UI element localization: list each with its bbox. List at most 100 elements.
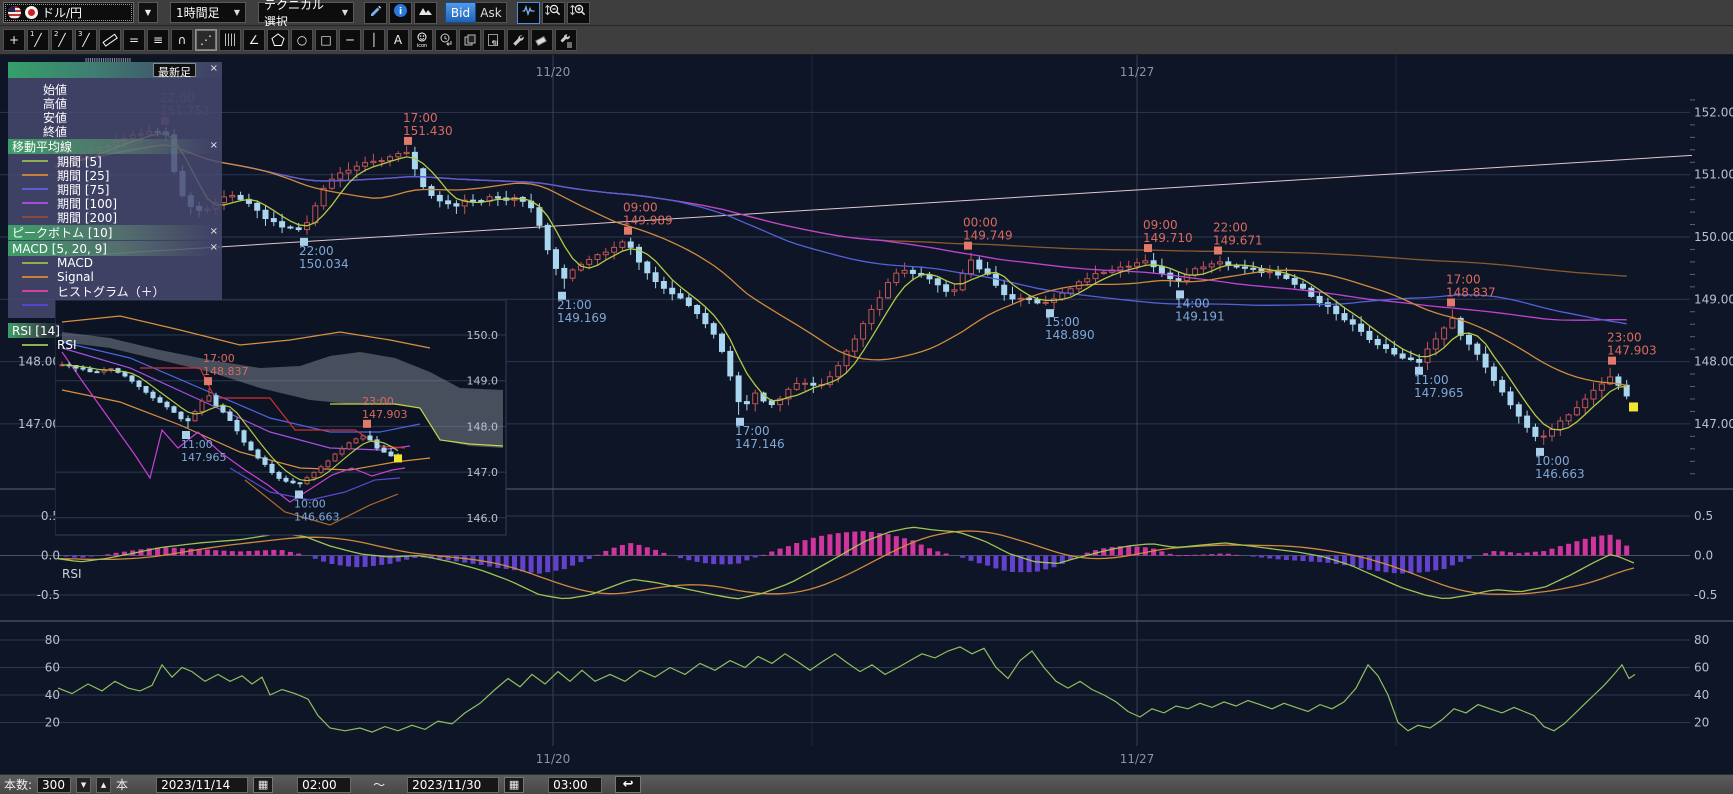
zoom-in-icon (570, 3, 587, 22)
close-icon[interactable]: × (210, 63, 218, 75)
svg-text:00:00: 00:00 (963, 216, 998, 230)
svg-text:149.00: 149.00 (1694, 292, 1733, 306)
from-date-input[interactable]: 2023/11/14 (156, 777, 248, 793)
currency-pair-label: ドル/円 (42, 4, 82, 21)
ask-button[interactable]: Ask (476, 2, 507, 23)
legend-header: 最新足 × (8, 62, 222, 78)
ellipse-tool[interactable]: ○ (291, 29, 313, 51)
gann-fan-tool[interactable]: ∠ (243, 29, 265, 51)
to-time-input[interactable]: 03:00 (548, 777, 602, 793)
svg-text:21:00: 21:00 (557, 298, 592, 312)
svg-text:147.00: 147.00 (1694, 417, 1733, 431)
time-cycle-tool[interactable] (435, 29, 457, 51)
timeframe-selector[interactable]: 1時間足▼ (170, 2, 246, 23)
count-increment-button[interactable]: ▲ (96, 777, 111, 793)
copy-object-tool[interactable] (459, 29, 481, 51)
trendline-1-tool[interactable]: ╱1 (27, 29, 49, 51)
drag-object-tool[interactable] (483, 29, 505, 51)
series-color-swatch (22, 216, 48, 218)
close-icon[interactable]: × (210, 140, 218, 152)
svg-text:0.0: 0.0 (41, 549, 60, 563)
crosshair-tool[interactable]: + (3, 29, 25, 51)
reset-range-button[interactable]: ↩ (615, 776, 641, 793)
mountain-chart-button[interactable] (414, 2, 437, 24)
svg-text:10:00: 10:00 (1535, 454, 1570, 468)
svg-text:11/27: 11/27 (1120, 752, 1155, 766)
series-color-swatch (22, 160, 48, 162)
fibonacci-retracement-tool[interactable]: ≡ (147, 29, 169, 51)
technical-selector[interactable]: テクニカル選択▼ (258, 2, 354, 23)
legend-group-header: RSI [14] (8, 323, 64, 338)
bid-button[interactable]: Bid (445, 2, 476, 23)
eraser-tool[interactable] (531, 29, 553, 51)
inset-axis-label: 146.0 (467, 512, 499, 525)
legend-group-header: 移動平均線× (8, 139, 222, 154)
fan-arc-tool[interactable]: ∩ (171, 29, 193, 51)
from-time-input[interactable]: 02:00 (297, 777, 351, 793)
pair-dropdown-button[interactable]: ▼ (138, 2, 158, 23)
calendar-icon[interactable]: ▦ (253, 777, 273, 793)
wave-chart-button[interactable] (517, 2, 540, 24)
svg-text:148.00: 148.00 (18, 355, 60, 369)
wrench-tool[interactable] (507, 29, 529, 51)
svg-text:09:00: 09:00 (623, 201, 658, 215)
currency-pair-selector[interactable]: ドル/円 (3, 2, 134, 23)
horizontal-line-tool[interactable]: ─ (339, 29, 361, 51)
svg-text:40: 40 (1694, 688, 1709, 702)
svg-text:-0.5: -0.5 (37, 588, 60, 602)
series-color-swatch (22, 290, 48, 292)
inset-axis-label: 147.0 (467, 466, 499, 479)
svg-text:11/27: 11/27 (1120, 65, 1155, 79)
series-color-swatch (22, 304, 48, 306)
bid-ask-toggle: Bid Ask (445, 2, 507, 23)
bar-count-label: 本数: (4, 776, 32, 793)
svg-text:148.837: 148.837 (203, 365, 249, 378)
info-button[interactable]: i (389, 2, 412, 24)
fan-lines-tool[interactable]: ⋰ (195, 29, 217, 51)
vertical-line-tool[interactable]: │ (363, 29, 385, 51)
svg-text:17:00: 17:00 (1446, 272, 1481, 286)
calendar-icon[interactable]: ▦ (504, 777, 524, 793)
series-color-swatch (22, 188, 48, 190)
series-color-swatch (22, 262, 48, 264)
vertical-grid-tool[interactable]: |||| (219, 29, 241, 51)
trendline-2-tool[interactable]: ╱2 (51, 29, 73, 51)
text-tool[interactable]: A (387, 29, 409, 51)
svg-text:150.034: 150.034 (299, 257, 349, 271)
rsi-pane-title: RSI (62, 567, 82, 581)
rectangle-tool[interactable]: □ (315, 29, 337, 51)
pentagon-tool[interactable] (267, 29, 289, 51)
svg-text:148.890: 148.890 (1045, 328, 1095, 342)
close-icon[interactable]: × (210, 226, 218, 238)
zoom-out-button[interactable] (542, 2, 565, 24)
svg-text:0.0: 0.0 (1694, 549, 1713, 563)
to-date-input[interactable]: 2023/11/30 (407, 777, 499, 793)
svg-text:147.903: 147.903 (1607, 344, 1657, 358)
svg-text:149.989: 149.989 (623, 214, 673, 228)
svg-text:11/20: 11/20 (536, 752, 571, 766)
latest-bar-button[interactable]: 最新足 (153, 63, 196, 77)
svg-text:23:00: 23:00 (362, 395, 394, 408)
svg-text:22:00: 22:00 (1213, 220, 1248, 234)
bar-count-input[interactable]: 300 (37, 777, 71, 793)
us-flag-icon (8, 6, 21, 19)
icon-stamp-tool[interactable]: icon (411, 29, 433, 51)
svg-text:60: 60 (1694, 661, 1709, 675)
svg-text:80: 80 (45, 633, 60, 647)
parallel-lines-tool[interactable]: = (123, 29, 145, 51)
inset-axis-label: 149.0 (467, 375, 499, 388)
trendline-3-tool[interactable]: ╱3 (75, 29, 97, 51)
drawing-settings-tool[interactable] (555, 29, 577, 51)
zoom-in-button[interactable] (567, 2, 590, 24)
chevron-down-icon: ▼ (342, 8, 348, 17)
close-icon[interactable]: × (210, 242, 218, 254)
svg-text:09:00: 09:00 (1143, 218, 1178, 232)
svg-text:22:00: 22:00 (299, 244, 334, 258)
jp-flag-icon (25, 6, 38, 19)
svg-text:20: 20 (1694, 716, 1709, 730)
mountain-chart-icon (418, 3, 433, 22)
ruler-tool[interactable] (99, 29, 121, 51)
count-decrement-button[interactable]: ▼ (76, 777, 91, 793)
pencil-button[interactable] (364, 2, 387, 24)
range-separator: ～ (373, 776, 385, 793)
